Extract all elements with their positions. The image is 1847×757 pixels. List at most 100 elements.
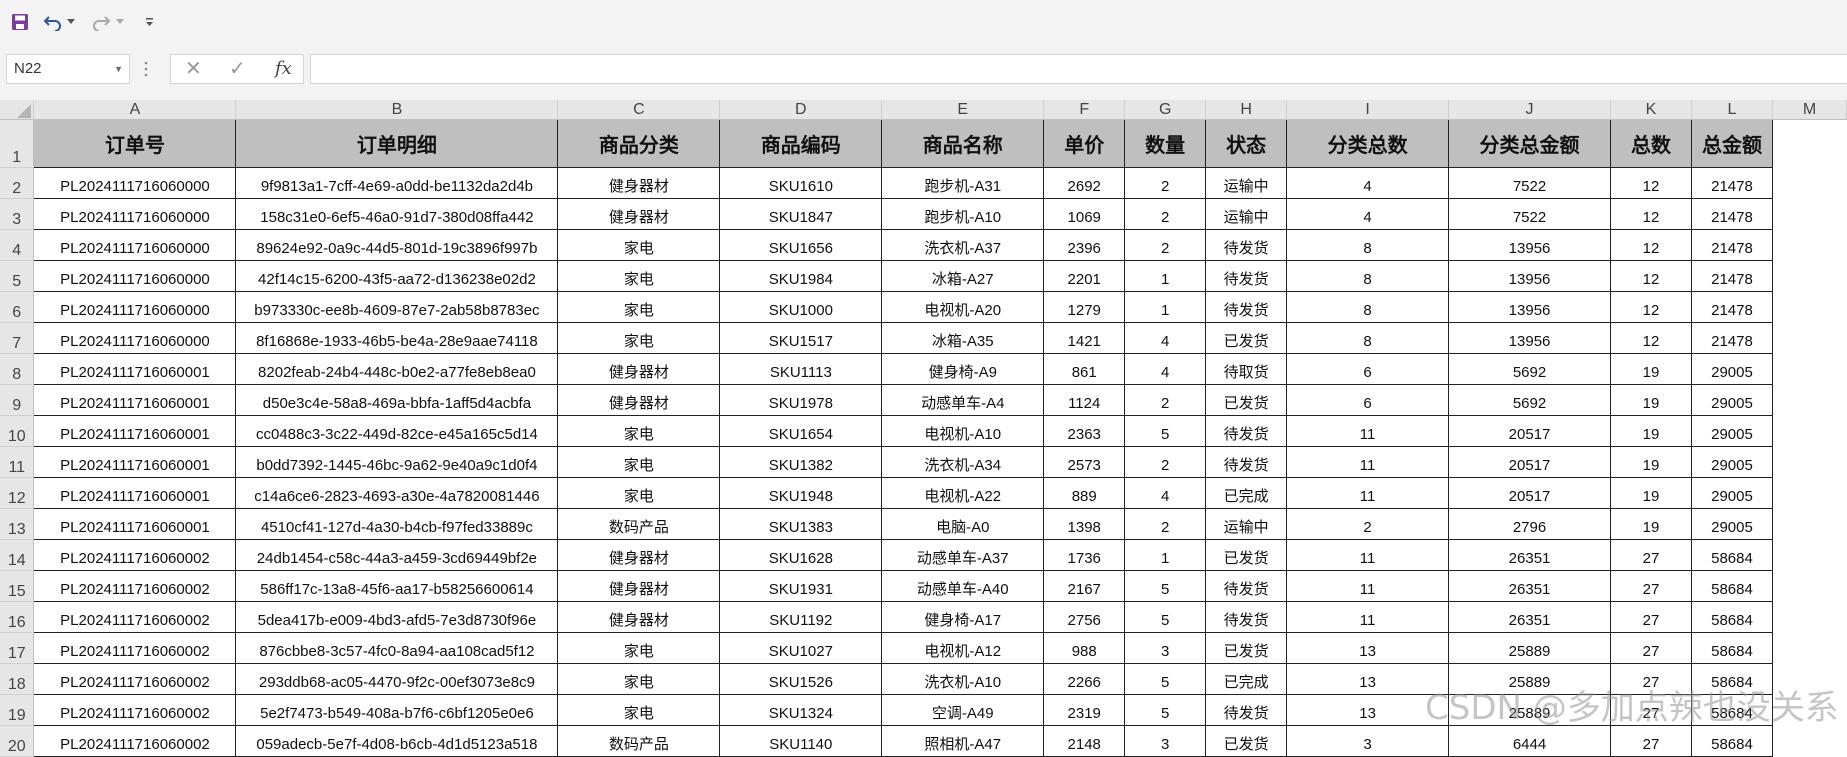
table-cell[interactable]: 24db1454-c58c-44a3-a459-3cd69449bf2e — [235, 539, 559, 571]
table-cell[interactable]: 12 — [1610, 167, 1692, 199]
table-cell[interactable]: 待取货 — [1205, 353, 1288, 385]
table-cell[interactable]: 4510cf41-127d-4a30-b4cb-f97fed33889c — [235, 508, 559, 540]
table-cell[interactable]: PL2024111716060001 — [33, 477, 237, 509]
table-cell[interactable]: 2 — [1124, 229, 1207, 261]
table-cell[interactable]: 19 — [1610, 415, 1692, 447]
column-header-f[interactable]: F — [1043, 100, 1126, 120]
table-cell[interactable]: 2319 — [1043, 694, 1126, 726]
select-all-corner[interactable] — [0, 100, 35, 120]
table-cell[interactable]: 4 — [1124, 353, 1207, 385]
table-cell[interactable]: b0dd7392-1445-46bc-9a62-9e40a9c1d0f4 — [235, 446, 559, 478]
name-box-dropdown-icon[interactable]: ▼ — [114, 55, 123, 83]
table-cell[interactable]: SKU1140 — [719, 725, 883, 757]
table-cell[interactable]: 6444 — [1448, 725, 1612, 757]
table-cell[interactable]: 889 — [1043, 477, 1126, 509]
table-cell[interactable]: 58684 — [1690, 632, 1773, 664]
table-cell[interactable]: 5e2f7473-b549-408a-b7f6-c6bf1205e0e6 — [235, 694, 559, 726]
empty-cell[interactable] — [1772, 384, 1847, 416]
table-cell[interactable]: 4 — [1124, 477, 1207, 509]
table-cell[interactable]: 2363 — [1043, 415, 1126, 447]
table-cell[interactable]: 2266 — [1043, 663, 1126, 695]
table-cell[interactable]: 2 — [1124, 384, 1207, 416]
table-cell[interactable]: 876cbbe8-3c57-4fc0-8a94-aa108cad5f12 — [235, 632, 559, 664]
table-cell[interactable]: 电脑-A0 — [881, 508, 1045, 540]
name-box[interactable]: N22 ▼ — [6, 54, 130, 84]
table-cell[interactable]: c14a6ce6-2823-4693-a30e-4a7820081446 — [235, 477, 559, 509]
table-cell[interactable]: 21478 — [1690, 291, 1773, 323]
empty-cell[interactable] — [1772, 508, 1847, 540]
table-cell[interactable]: 27 — [1610, 539, 1692, 571]
empty-cell[interactable] — [1772, 291, 1847, 323]
table-cell[interactable]: 3 — [1286, 725, 1450, 757]
undo-icon[interactable] — [42, 8, 64, 36]
table-cell[interactable]: PL2024111716060002 — [33, 694, 237, 726]
table-cell[interactable]: 12 — [1610, 291, 1692, 323]
empty-cell[interactable] — [1772, 119, 1847, 168]
header-cell[interactable]: 订单明细 — [235, 119, 559, 168]
table-cell[interactable]: 健身器材 — [557, 570, 721, 602]
table-cell[interactable]: 2148 — [1043, 725, 1126, 757]
row-header[interactable]: 19 — [0, 694, 35, 726]
table-cell[interactable]: 2167 — [1043, 570, 1126, 602]
table-cell[interactable]: 运输中 — [1205, 198, 1288, 230]
table-cell[interactable]: 21478 — [1690, 229, 1773, 261]
table-cell[interactable]: 20517 — [1448, 477, 1612, 509]
table-cell[interactable]: 照相机-A47 — [881, 725, 1045, 757]
empty-cell[interactable] — [1772, 725, 1847, 757]
row-header[interactable]: 15 — [0, 570, 35, 602]
table-cell[interactable]: SKU1192 — [719, 601, 883, 633]
table-cell[interactable]: 2 — [1124, 167, 1207, 199]
table-cell[interactable]: PL2024111716060001 — [33, 415, 237, 447]
table-cell[interactable]: 13956 — [1448, 229, 1612, 261]
table-cell[interactable]: PL2024111716060002 — [33, 663, 237, 695]
table-cell[interactable]: 健身器材 — [557, 198, 721, 230]
row-header[interactable]: 17 — [0, 632, 35, 664]
table-cell[interactable]: 26351 — [1448, 601, 1612, 633]
table-cell[interactable]: SKU1931 — [719, 570, 883, 602]
table-cell[interactable]: 8202feab-24b4-448c-b0e2-a77fe8eb8ea0 — [235, 353, 559, 385]
table-cell[interactable]: 家电 — [557, 229, 721, 261]
empty-cell[interactable] — [1772, 229, 1847, 261]
table-cell[interactable]: 13 — [1286, 632, 1450, 664]
table-cell[interactable]: PL2024111716060001 — [33, 384, 237, 416]
table-cell[interactable]: 13956 — [1448, 291, 1612, 323]
table-cell[interactable]: 5 — [1124, 570, 1207, 602]
table-cell[interactable]: 58684 — [1690, 725, 1773, 757]
row-header[interactable]: 5 — [0, 260, 35, 292]
table-cell[interactable]: 已完成 — [1205, 663, 1288, 695]
table-cell[interactable]: d50e3c4e-58a8-469a-bbfa-1aff5d4acbfa — [235, 384, 559, 416]
table-cell[interactable]: 8 — [1286, 322, 1450, 354]
empty-cell[interactable] — [1772, 446, 1847, 478]
table-cell[interactable]: PL2024111716060000 — [33, 198, 237, 230]
table-cell[interactable]: 20517 — [1448, 446, 1612, 478]
column-header-g[interactable]: G — [1124, 100, 1207, 120]
table-cell[interactable]: 待发货 — [1205, 415, 1288, 447]
table-cell[interactable]: cc0488c3-3c22-449d-82ce-e45a165c5d14 — [235, 415, 559, 447]
empty-cell[interactable] — [1772, 353, 1847, 385]
table-cell[interactable]: 19 — [1610, 477, 1692, 509]
table-cell[interactable]: 8f16868e-1933-46b5-be4a-28e9aae74118 — [235, 322, 559, 354]
table-cell[interactable]: 29005 — [1690, 508, 1773, 540]
table-cell[interactable]: 4 — [1124, 322, 1207, 354]
table-cell[interactable]: 1421 — [1043, 322, 1126, 354]
row-header[interactable]: 9 — [0, 384, 35, 416]
table-cell[interactable]: 家电 — [557, 291, 721, 323]
table-cell[interactable]: 2396 — [1043, 229, 1126, 261]
table-cell[interactable]: PL2024111716060002 — [33, 725, 237, 757]
row-header[interactable]: 2 — [0, 167, 35, 199]
header-cell[interactable]: 分类总金额 — [1448, 119, 1612, 168]
table-cell[interactable]: SKU1978 — [719, 384, 883, 416]
table-cell[interactable]: 5 — [1124, 663, 1207, 695]
empty-cell[interactable] — [1772, 260, 1847, 292]
table-cell[interactable]: 13956 — [1448, 322, 1612, 354]
table-cell[interactable]: 12 — [1610, 229, 1692, 261]
table-cell[interactable]: 29005 — [1690, 353, 1773, 385]
table-cell[interactable]: 29005 — [1690, 415, 1773, 447]
table-cell[interactable]: 待发货 — [1205, 229, 1288, 261]
table-cell[interactable]: 5 — [1124, 694, 1207, 726]
column-header-k[interactable]: K — [1610, 100, 1692, 120]
column-header-e[interactable]: E — [881, 100, 1045, 120]
row-header[interactable]: 11 — [0, 446, 35, 478]
table-cell[interactable]: 6 — [1286, 384, 1450, 416]
table-cell[interactable]: 20517 — [1448, 415, 1612, 447]
